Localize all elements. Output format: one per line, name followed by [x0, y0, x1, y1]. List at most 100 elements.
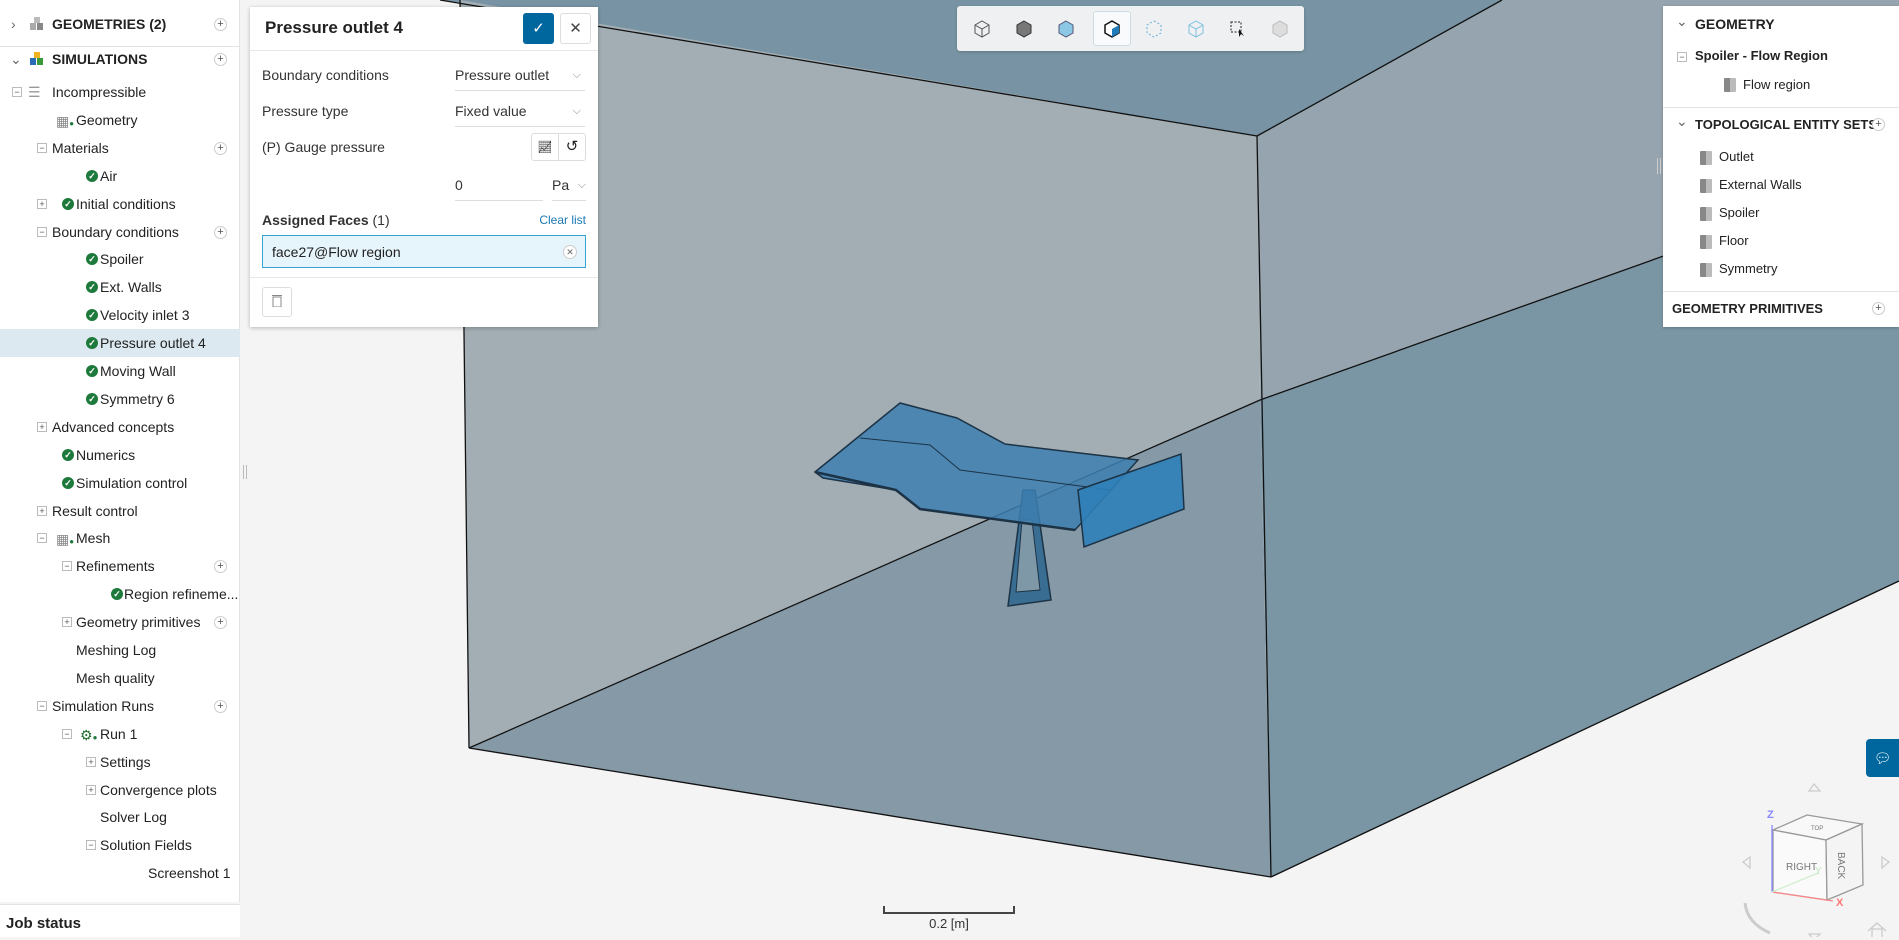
- reset-icon[interactable]: ↺: [559, 134, 585, 160]
- collapse-toggle[interactable]: −: [37, 533, 47, 544]
- collapse-toggle[interactable]: −: [62, 561, 72, 572]
- expand-toggle[interactable]: +: [86, 756, 96, 767]
- geometries-label: GEOMETRIES (2): [52, 16, 167, 32]
- edge-select-button[interactable]: [1177, 11, 1215, 46]
- collapse-toggle[interactable]: −: [37, 700, 47, 711]
- confirm-button[interactable]: ✓: [523, 13, 554, 44]
- cube-edge-icon: [1188, 19, 1204, 38]
- collapse-toggle[interactable]: −: [12, 87, 22, 97]
- expand-toggle[interactable]: +: [37, 198, 47, 209]
- hide-button[interactable]: [1261, 11, 1299, 46]
- simulation-tree-sidebar: › GEOMETRIES (2) + ⌄ SIMULATIONS + − ☰ Inc…: [0, 0, 247, 902]
- sidebar-resize-handle[interactable]: [243, 465, 247, 479]
- collapse-toggle[interactable]: −: [86, 840, 96, 851]
- remove-face-icon[interactable]: ✕: [563, 245, 577, 259]
- chat-button[interactable]: 💬︎: [1866, 739, 1899, 777]
- expand-toggle[interactable]: +: [37, 505, 47, 516]
- tree-item[interactable]: ✓ Ext. Walls: [0, 273, 240, 301]
- tree-item[interactable]: − ⚙● Run 1: [0, 720, 240, 748]
- tree-item[interactable]: ✓ Air: [0, 162, 240, 190]
- tree-item[interactable]: + ✓ Initial conditions: [0, 190, 240, 218]
- expand-toggle[interactable]: +: [62, 617, 72, 628]
- chevron-down-icon[interactable]: ⌄: [1676, 13, 1688, 30]
- tree-item[interactable]: − ▦● Mesh: [0, 524, 240, 552]
- solid-view-button[interactable]: [1005, 11, 1043, 46]
- tree-item[interactable]: ✓ Numerics: [0, 441, 240, 469]
- vertex-select-button[interactable]: [1135, 11, 1173, 46]
- add-item-button[interactable]: +: [214, 616, 227, 630]
- tree-item[interactable]: Screenshot 1: [0, 859, 240, 887]
- tree-item[interactable]: − ☰ Incompressible: [0, 78, 240, 106]
- clear-list-link[interactable]: Clear list: [539, 213, 586, 227]
- collapse-toggle[interactable]: −: [1677, 52, 1687, 62]
- nav-cube-right: RIGHT: [1786, 862, 1817, 873]
- tree-item[interactable]: ✓ Symmetry 6: [0, 385, 240, 413]
- tree-item-label: Screenshot 1: [148, 865, 231, 882]
- tree-item[interactable]: ✓ Region refineme...: [0, 580, 240, 608]
- chevron-right-icon[interactable]: ›: [11, 10, 16, 38]
- geometry-child[interactable]: Flow region: [1743, 77, 1810, 92]
- tree-item[interactable]: ✓ Spoiler: [0, 245, 240, 273]
- collapse-toggle[interactable]: −: [62, 728, 72, 739]
- tree-item[interactable]: − Materials +: [0, 134, 240, 162]
- tree-item[interactable]: − Boundary conditions +: [0, 218, 240, 246]
- chart-icon[interactable]: 📈︎: [532, 134, 559, 160]
- tree-item[interactable]: + Convergence plots: [0, 776, 240, 804]
- pressure-type-select[interactable]: Fixed value ⌵: [455, 101, 585, 127]
- add-item-button[interactable]: +: [214, 699, 227, 713]
- chevron-down-icon[interactable]: ⌄: [1676, 113, 1688, 130]
- tree-item[interactable]: ✓ Simulation control: [0, 469, 240, 497]
- add-entity-set-button[interactable]: +: [1872, 118, 1885, 131]
- close-button[interactable]: ✕: [560, 13, 591, 44]
- face-select-button[interactable]: [1093, 11, 1131, 46]
- nav-cube-top: TOP: [1811, 826, 1823, 832]
- wireframe-view-button[interactable]: [963, 11, 1001, 46]
- right-panel-resize-handle[interactable]: [1657, 158, 1661, 174]
- tree-item[interactable]: + Settings: [0, 748, 240, 776]
- tree-item[interactable]: ▦● Geometry: [0, 106, 240, 134]
- pressure-unit-select[interactable]: Pa ⌵: [552, 175, 586, 201]
- tree-item[interactable]: + Result control: [0, 497, 240, 525]
- expand-toggle[interactable]: +: [37, 421, 47, 432]
- tree-item[interactable]: ✓ Pressure outlet 4: [0, 329, 240, 358]
- collapse-toggle[interactable]: −: [37, 142, 47, 153]
- tree-item[interactable]: ✓ Velocity inlet 3: [0, 301, 240, 329]
- add-geometry-button[interactable]: +: [214, 18, 227, 31]
- close-icon: ✕: [569, 20, 582, 37]
- add-item-button[interactable]: +: [214, 560, 227, 574]
- tree-item-label: Velocity inlet 3: [100, 307, 190, 324]
- tree-item[interactable]: − Simulation Runs +: [0, 692, 240, 720]
- box-select-button[interactable]: [1219, 11, 1257, 46]
- tree-item[interactable]: Solver Log: [0, 803, 240, 831]
- add-item-button[interactable]: +: [214, 225, 227, 239]
- tree-item[interactable]: + Geometry primitives +: [0, 608, 240, 636]
- gauge-pressure-actions: 📈︎ ↺: [531, 133, 586, 161]
- add-simulation-button[interactable]: +: [214, 53, 227, 66]
- chevron-down-icon[interactable]: ⌄: [10, 45, 22, 73]
- entity-set-label: Outlet: [1719, 149, 1754, 164]
- add-primitive-button[interactable]: +: [1872, 302, 1885, 315]
- simulations-section[interactable]: ⌄ SIMULATIONS +: [0, 45, 240, 73]
- delete-button[interactable]: [262, 287, 292, 317]
- tree-item-label: Mesh quality: [76, 669, 155, 686]
- transparent-view-button[interactable]: [1047, 11, 1085, 46]
- boundary-conditions-select[interactable]: Pressure outlet ⌵: [455, 65, 585, 91]
- geometry-root[interactable]: Spoiler - Flow Region: [1695, 48, 1828, 63]
- gauge-pressure-input[interactable]: 0: [455, 175, 543, 201]
- expand-toggle[interactable]: +: [86, 784, 96, 795]
- tree-item[interactable]: + Advanced concepts: [0, 413, 240, 441]
- axis-x: X: [1836, 897, 1844, 909]
- tree-item[interactable]: − Refinements +: [0, 552, 240, 580]
- tree-item-label: Settings: [100, 753, 151, 770]
- assigned-face-item[interactable]: face27@Flow region ✕: [262, 235, 586, 268]
- add-item-button[interactable]: +: [214, 141, 227, 155]
- tree-item[interactable]: ✓ Moving Wall: [0, 357, 240, 385]
- tree-item[interactable]: − Solution Fields: [0, 831, 240, 859]
- job-status-header[interactable]: Job status: [0, 904, 240, 937]
- primitives-label: GEOMETRY PRIMITIVES: [1672, 301, 1823, 316]
- nav-cube[interactable]: [1741, 782, 1891, 940]
- geometries-section[interactable]: › GEOMETRIES (2) +: [0, 10, 240, 38]
- tree-item[interactable]: Meshing Log: [0, 636, 240, 664]
- tree-item[interactable]: Mesh quality: [0, 664, 240, 692]
- collapse-toggle[interactable]: −: [37, 226, 47, 237]
